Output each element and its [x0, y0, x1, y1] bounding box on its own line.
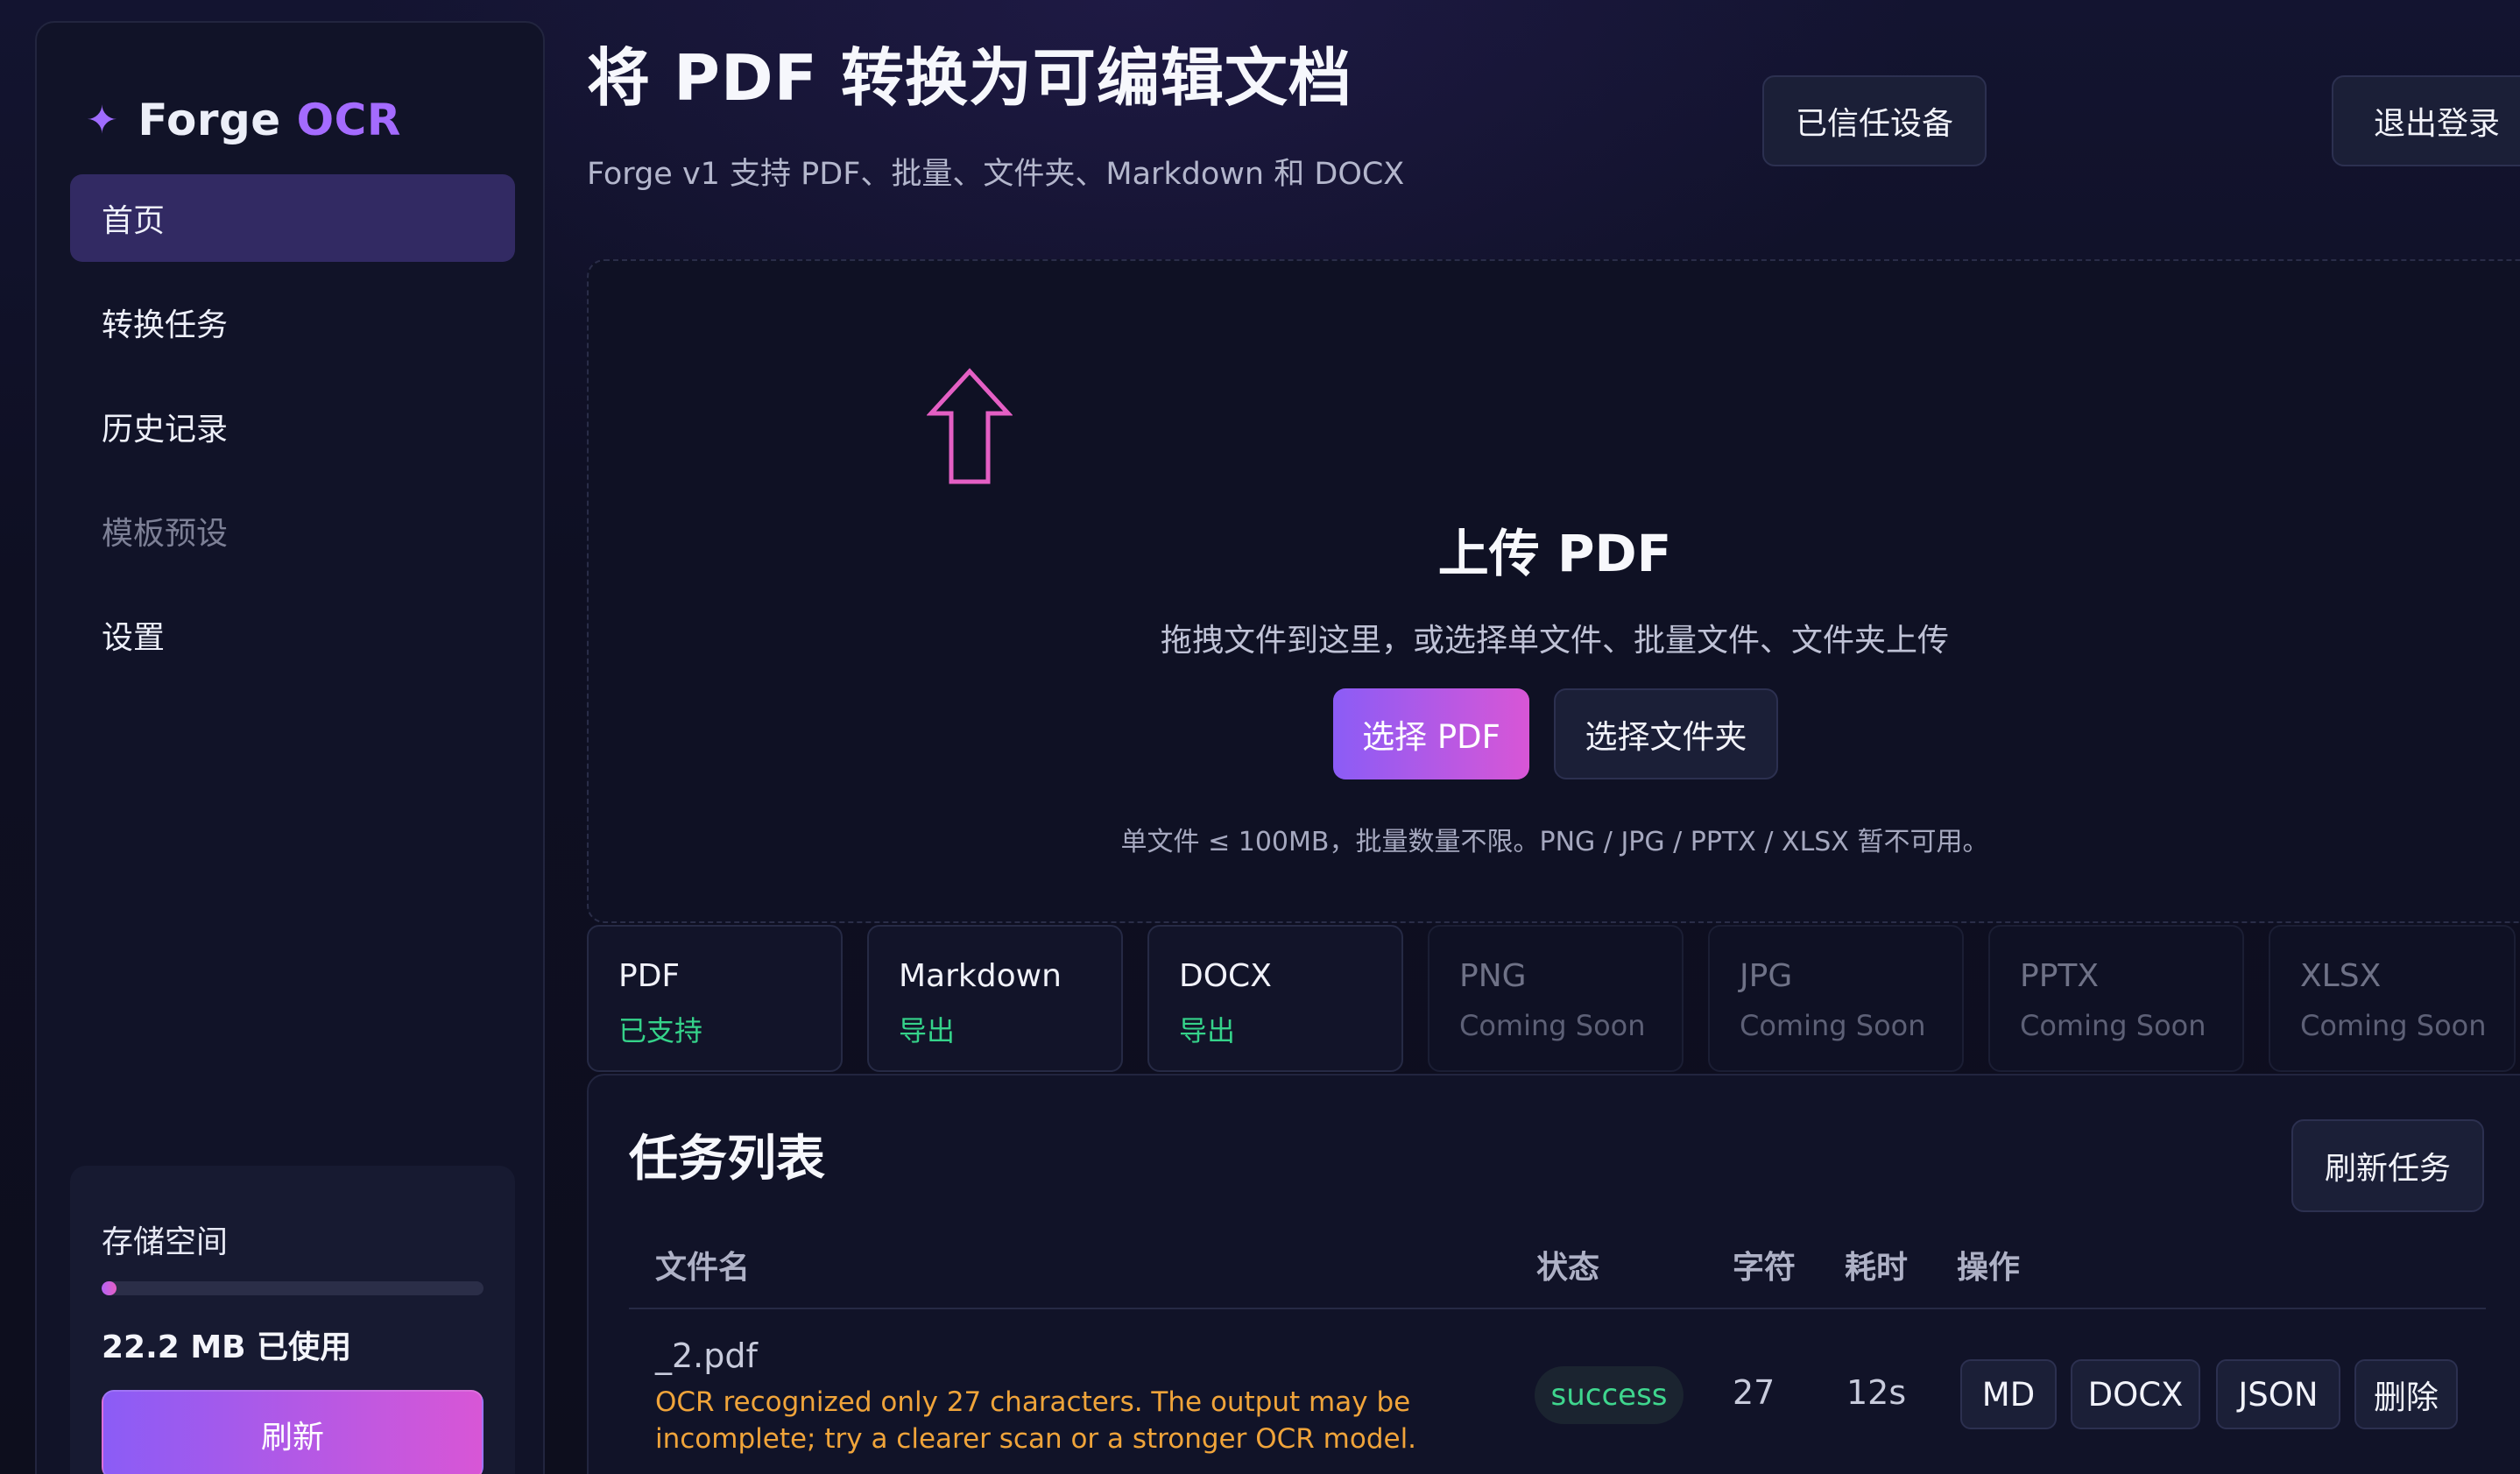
download-md-button[interactable]: MD — [1960, 1359, 2057, 1429]
sidebar-item-conversion-tasks[interactable]: 转换任务 — [70, 279, 515, 366]
storage-refresh-button[interactable]: 刷新 — [102, 1390, 484, 1474]
upload-arrow-icon — [927, 368, 1013, 484]
status-badge: success — [1535, 1366, 1684, 1424]
format-card-jpg: JPG Coming Soon — [1708, 925, 1964, 1072]
task-list-panel: 任务列表 刷新任务 文件名 状态 字符 耗时 操作 _2.pdf OCR rec… — [587, 1074, 2520, 1474]
page-subtitle: Forge v1 支持 PDF、批量、文件夹、Markdown 和 DOCX — [587, 157, 1405, 192]
column-header-chars: 字符 — [1733, 1250, 1796, 1286]
format-name: PPTX — [2020, 958, 2100, 994]
format-status: Coming Soon — [2020, 1009, 2206, 1042]
task-warning-text: OCR recognized only 27 characters. The o… — [655, 1386, 1417, 1455]
format-card-xlsx: XLSX Coming Soon — [2269, 925, 2516, 1072]
download-json-button[interactable]: JSON — [2216, 1359, 2340, 1429]
logout-button[interactable]: 退出登录 — [2332, 75, 2520, 166]
format-card-pptx: PPTX Coming Soon — [1988, 925, 2244, 1072]
format-status: 导出 — [1179, 1014, 1236, 1047]
page-title: 将 PDF 转换为可编辑文档 — [587, 41, 1352, 115]
format-card-pdf: PDF 已支持 — [587, 925, 843, 1072]
format-name: Markdown — [899, 958, 1062, 994]
storage-used-text: 22.2 MB 已使用 — [102, 1329, 352, 1365]
sidebar-item-home[interactable]: 首页 — [70, 174, 515, 262]
upload-note: 单文件 ≤ 100MB，批量数量不限。PNG / JPG / PPTX / XL… — [1120, 827, 1989, 857]
task-file-name: _2.pdf — [655, 1336, 758, 1375]
brand-accent: OCR — [296, 95, 401, 145]
table-header-divider — [629, 1308, 2486, 1309]
task-list-title: 任务列表 — [629, 1131, 825, 1188]
sidebar: ✦ Forge OCR 首页 转换任务 历史记录 模板预设 设置 存储空间 22… — [35, 21, 545, 1474]
column-header-status: 状态 — [1536, 1250, 1600, 1286]
refresh-tasks-button[interactable]: 刷新任务 — [2291, 1119, 2484, 1212]
format-name: JPG — [1740, 958, 1793, 994]
upload-title: 上传 PDF — [1437, 524, 1672, 583]
choose-folder-button[interactable]: 选择文件夹 — [1554, 688, 1778, 779]
sparkle-icon: ✦ — [86, 97, 119, 143]
choose-pdf-button[interactable]: 选择 PDF — [1333, 688, 1529, 779]
upload-description: 拖拽文件到这里，或选择单文件、批量文件、文件夹上传 — [1160, 623, 1949, 659]
format-card-png: PNG Coming Soon — [1428, 925, 1684, 1072]
task-duration: 12s — [1846, 1373, 1907, 1412]
sidebar-item-label: 转换任务 — [102, 307, 229, 343]
format-status: 已支持 — [618, 1014, 703, 1047]
storage-panel: 存储空间 22.2 MB 已使用 刷新 — [70, 1166, 515, 1474]
column-header-filename: 文件名 — [655, 1250, 751, 1286]
task-char-count: 27 — [1733, 1373, 1775, 1412]
sidebar-item-label: 首页 — [102, 203, 166, 239]
delete-task-button[interactable]: 删除 — [2354, 1359, 2458, 1429]
sidebar-item-label: 历史记录 — [102, 412, 229, 448]
format-card-docx: DOCX 导出 — [1147, 925, 1403, 1072]
format-name: DOCX — [1179, 958, 1272, 994]
format-name: XLSX — [2300, 958, 2382, 994]
app-window: ✦ Forge OCR 首页 转换任务 历史记录 模板预设 设置 存储空间 22… — [0, 0, 2520, 1474]
trusted-devices-button[interactable]: 已信任设备 — [1762, 75, 1987, 166]
format-name: PDF — [618, 958, 681, 994]
format-status: Coming Soon — [2300, 1009, 2487, 1042]
download-docx-button[interactable]: DOCX — [2071, 1359, 2200, 1429]
storage-label: 存储空间 — [102, 1224, 229, 1260]
format-card-markdown: Markdown 导出 — [867, 925, 1123, 1072]
column-header-actions: 操作 — [1957, 1250, 2021, 1286]
format-status: Coming Soon — [1740, 1009, 1926, 1042]
brand-name: Forge — [138, 95, 281, 145]
storage-progress-fill — [102, 1281, 117, 1295]
storage-progress-bar — [102, 1281, 484, 1295]
format-name: PNG — [1459, 958, 1527, 994]
format-status: 导出 — [899, 1014, 956, 1047]
column-header-time: 耗时 — [1845, 1250, 1909, 1286]
format-status: Coming Soon — [1459, 1009, 1646, 1042]
sidebar-item-history[interactable]: 历史记录 — [70, 383, 515, 470]
brand-logo: ✦ Forge OCR — [86, 95, 401, 145]
